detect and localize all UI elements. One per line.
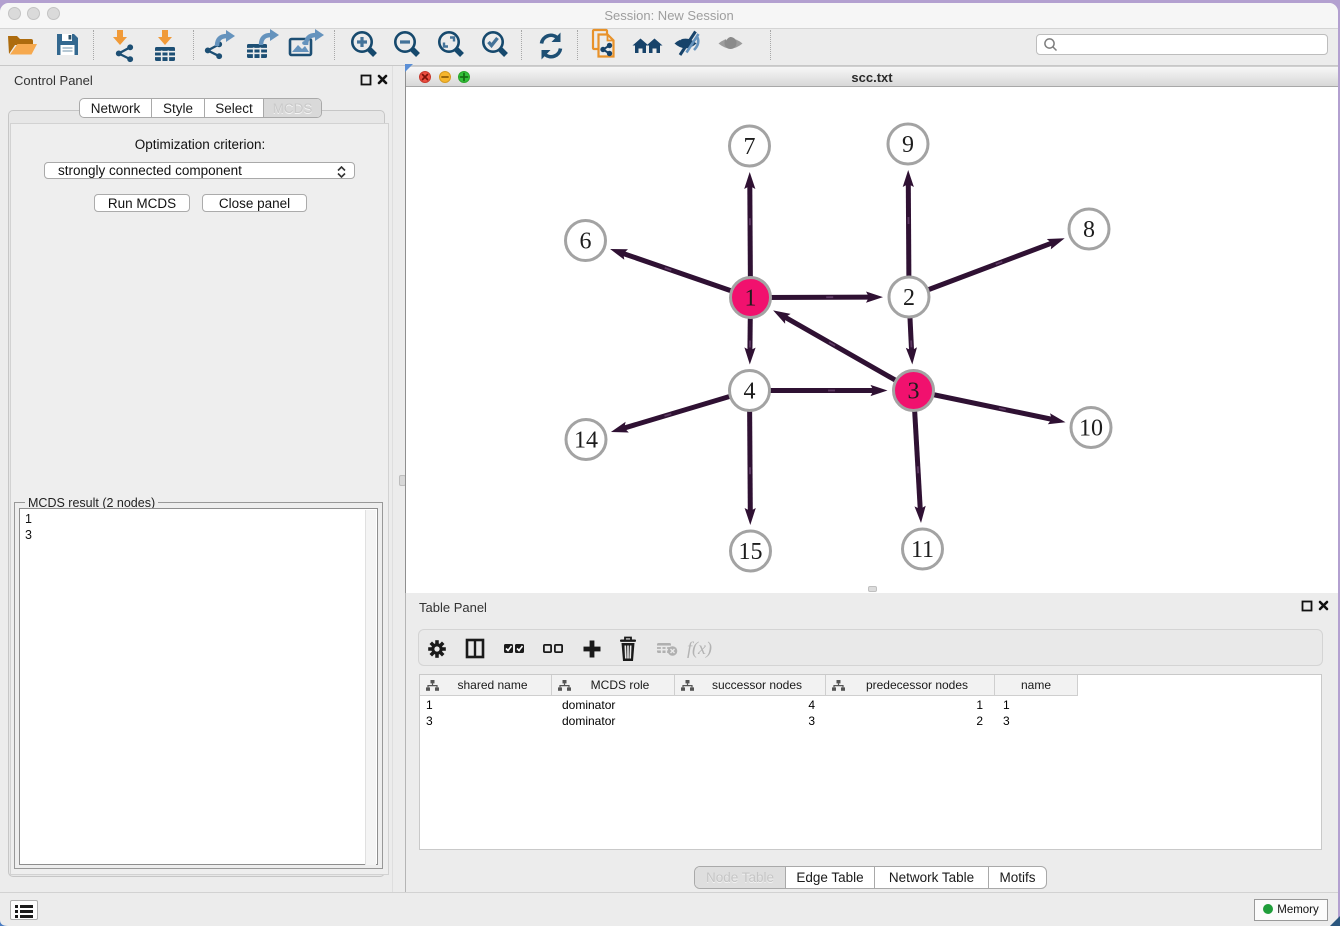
svg-text:3: 3 [908, 379, 920, 405]
svg-text:10: 10 [1079, 416, 1103, 442]
svg-text:11: 11 [911, 537, 934, 563]
svg-text:8: 8 [1083, 217, 1095, 243]
svg-text:2: 2 [903, 285, 915, 311]
svg-text:15: 15 [739, 539, 763, 565]
svg-text:1: 1 [745, 286, 757, 312]
svg-text:9: 9 [902, 132, 914, 158]
svg-text:4: 4 [744, 379, 756, 405]
svg-text:6: 6 [580, 229, 592, 255]
svg-text:14: 14 [574, 428, 598, 454]
svg-text:7: 7 [744, 134, 756, 160]
